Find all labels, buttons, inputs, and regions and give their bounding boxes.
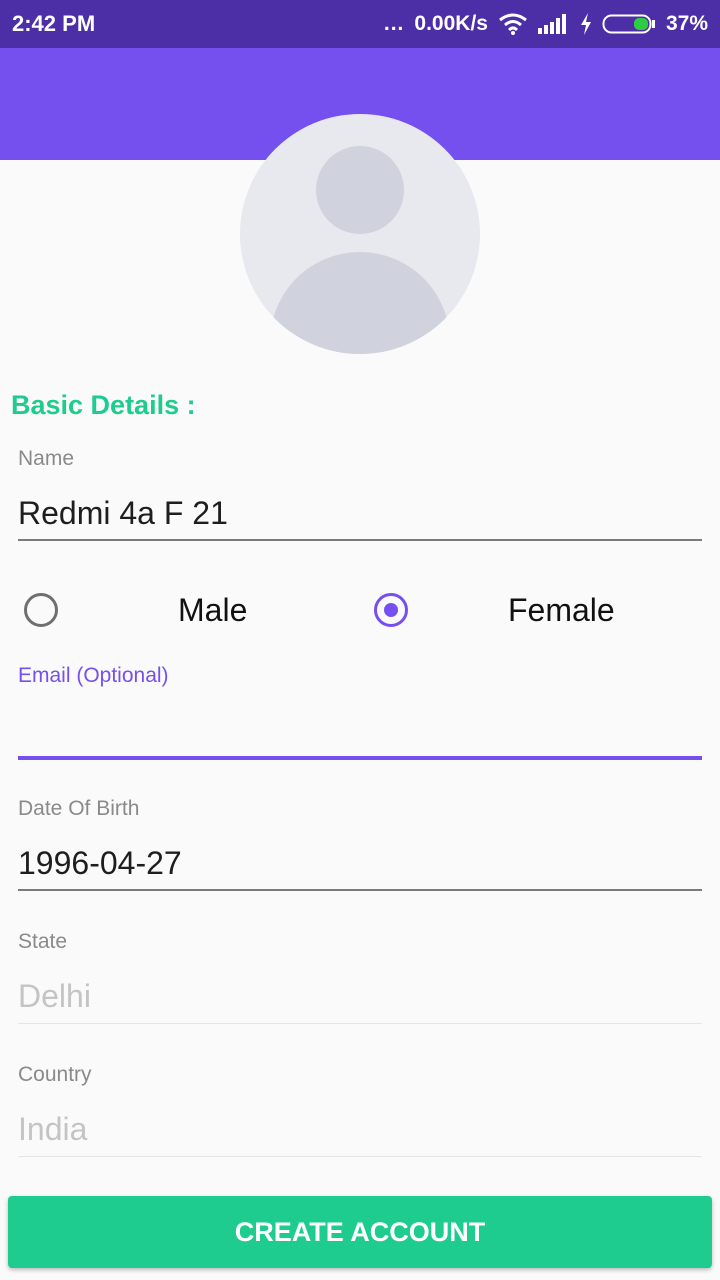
dob-field[interactable]: 1996-04-27 xyxy=(18,845,182,882)
country-field: India xyxy=(18,1111,88,1147)
country-underline xyxy=(18,1156,702,1157)
status-icons: ... 0.00K/s 37% xyxy=(384,10,708,38)
gender-female-radio[interactable] xyxy=(374,593,408,627)
create-account-button[interactable]: CREATE ACCOUNT xyxy=(8,1196,712,1268)
country-label: Country xyxy=(18,1063,92,1086)
name-underline xyxy=(18,539,702,541)
net-speed: 0.00K/s xyxy=(414,12,488,35)
state-underline xyxy=(18,1023,702,1024)
gender-male-label[interactable]: Male xyxy=(178,592,247,629)
gender-female-label[interactable]: Female xyxy=(508,592,615,629)
section-title-basic-details: Basic Details : xyxy=(11,390,196,420)
charging-bolt-icon xyxy=(580,13,592,35)
status-bar: 2:42 PM ... 0.00K/s 37% xyxy=(0,0,720,48)
radio-selected-dot xyxy=(384,603,398,617)
name-label: Name xyxy=(18,447,75,470)
wifi-icon xyxy=(498,12,528,36)
dob-underline xyxy=(18,889,702,891)
state-field: Delhi xyxy=(18,978,91,1014)
dob-label: Date Of Birth xyxy=(18,797,140,820)
email-label: Email (Optional) xyxy=(18,664,169,687)
profile-avatar[interactable] xyxy=(240,114,480,354)
avatar-body-shape xyxy=(270,252,450,354)
more-dots-icon: ... xyxy=(383,12,405,35)
battery-icon xyxy=(602,13,656,35)
state-label: State xyxy=(18,930,68,953)
gender-male-radio[interactable] xyxy=(24,593,58,627)
battery-percent: 37% xyxy=(665,12,708,35)
email-underline xyxy=(18,756,702,760)
status-time: 2:42 PM xyxy=(12,11,96,36)
signal-icon xyxy=(537,13,570,35)
avatar-head-shape xyxy=(316,146,404,234)
name-field[interactable]: Redmi 4a F 21 xyxy=(18,495,228,532)
